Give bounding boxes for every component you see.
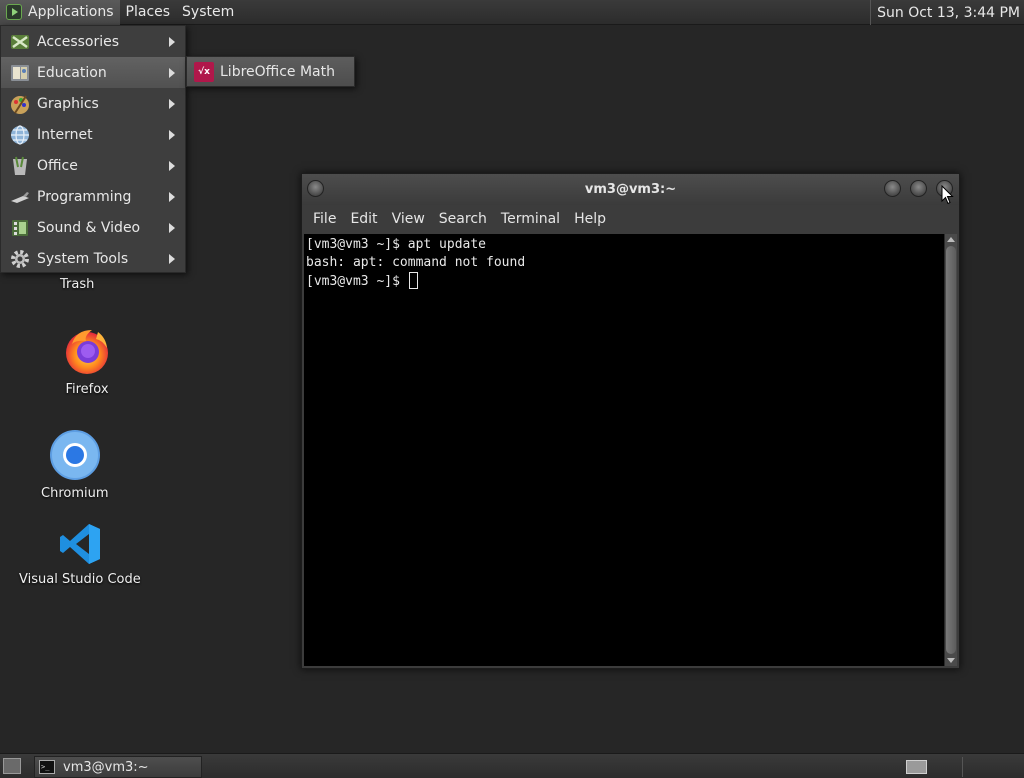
menu-item-sound-video[interactable]: Sound & Video — [1, 212, 185, 243]
desktop-firefox-label: Firefox — [65, 382, 109, 397]
bottom-panel: >_ vm3@vm3:~ — [0, 753, 1024, 778]
submenu-arrow-icon — [169, 99, 175, 109]
submenu-arrow-icon — [169, 254, 175, 264]
libreoffice-math-icon: √x — [194, 61, 214, 82]
menu-item-graphics[interactable]: Graphics — [1, 88, 185, 119]
terminal-prompt: [vm3@vm3 ~]$ — [306, 274, 408, 289]
terminal-scrollbar[interactable] — [944, 234, 957, 666]
system-menu-label: System — [182, 4, 235, 20]
terminal-cursor — [408, 272, 418, 289]
menu-help[interactable]: Help — [567, 211, 613, 227]
menu-item-label: Graphics — [37, 95, 99, 112]
terminal-line: [vm3@vm3 ~]$ apt update — [306, 237, 487, 252]
terminal-icon: >_ — [39, 760, 55, 774]
education-submenu: √x LibreOffice Math — [186, 56, 355, 87]
applications-menu-label: Applications — [28, 4, 114, 20]
menu-item-label: Education — [37, 64, 107, 81]
terminal-titlebar[interactable]: vm3@vm3:~ — [302, 174, 959, 205]
scrollbar-thumb[interactable] — [946, 246, 956, 654]
menu-search[interactable]: Search — [432, 211, 494, 227]
vscode-icon — [59, 524, 100, 564]
menu-item-education[interactable]: Education — [1, 57, 185, 88]
desktop-vscode[interactable]: Visual Studio Code — [19, 522, 141, 587]
menu-item-label: Accessories — [37, 33, 120, 50]
terminal-prompt-line: [vm3@vm3 ~]$ — [306, 272, 943, 290]
places-menu[interactable]: Places — [120, 0, 177, 25]
menu-item-system-tools[interactable]: System Tools — [1, 243, 185, 274]
workspace-switcher[interactable] — [906, 760, 927, 774]
menu-item-label: Office — [37, 157, 78, 174]
internet-icon — [11, 124, 29, 145]
desktop-chromium[interactable]: Chromium — [41, 430, 109, 501]
menu-item-label: Programming — [37, 188, 132, 205]
firefox-icon — [66, 330, 108, 374]
desktop-chromium-label: Chromium — [41, 486, 109, 501]
submenu-arrow-icon — [169, 68, 175, 78]
submenu-arrow-icon — [169, 223, 175, 233]
menu-view[interactable]: View — [385, 211, 432, 227]
submenu-arrow-icon — [169, 37, 175, 47]
applications-menu[interactable]: Applications — [0, 0, 120, 25]
terminal-menubar: File Edit View Search Terminal Help — [302, 205, 959, 233]
menu-item-office[interactable]: Office — [1, 150, 185, 181]
programming-icon — [11, 191, 29, 203]
terminal-title: vm3@vm3:~ — [584, 182, 677, 197]
menu-item-label: System Tools — [37, 250, 129, 267]
sound-video-icon — [12, 219, 28, 236]
desktop-trash-label: Trash — [60, 277, 95, 292]
desktop-trash[interactable]: Trash — [60, 277, 94, 292]
graphics-icon — [11, 94, 29, 114]
minimize-button[interactable] — [884, 180, 901, 197]
chromium-icon — [49, 430, 100, 480]
places-menu-label: Places — [125, 4, 171, 20]
terminal-line: bash: apt: command not found — [306, 255, 526, 270]
submenu-arrow-icon — [169, 192, 175, 202]
system-tools-icon — [11, 249, 29, 268]
submenu-arrow-icon — [169, 130, 175, 140]
menu-item-accessories[interactable]: Accessories — [1, 26, 185, 57]
desktop-vscode-label: Visual Studio Code — [19, 572, 141, 587]
menu-file[interactable]: File — [306, 211, 343, 227]
clock[interactable]: Sun Oct 13, 3:44 PM — [870, 0, 1020, 25]
desktop-firefox[interactable]: Firefox — [62, 326, 112, 397]
maximize-button[interactable] — [910, 180, 927, 197]
clock-label: Sun Oct 13, 3:44 PM — [877, 4, 1020, 21]
menu-item-programming[interactable]: Programming — [1, 181, 185, 212]
terminal-output[interactable]: [vm3@vm3 ~]$ apt update bash: apt: comma… — [304, 234, 945, 666]
taskbar-button-label: vm3@vm3:~ — [63, 759, 149, 775]
submenu-item-libreoffice-math[interactable]: √x LibreOffice Math — [194, 61, 335, 82]
accessories-icon — [11, 34, 29, 49]
menu-terminal[interactable]: Terminal — [494, 211, 567, 227]
menu-edit[interactable]: Edit — [343, 211, 384, 227]
applications-logo-icon — [6, 4, 22, 20]
office-icon — [13, 156, 27, 175]
show-desktop-icon[interactable] — [3, 758, 21, 774]
window-menu-button[interactable] — [307, 180, 324, 197]
education-icon — [11, 64, 29, 81]
terminal-window: vm3@vm3:~ File Edit View Search Terminal… — [301, 173, 960, 669]
panel-separator — [962, 757, 1020, 777]
mouse-pointer-icon — [941, 185, 954, 205]
scroll-up-arrow-icon[interactable] — [947, 237, 955, 242]
taskbar-button-terminal[interactable]: >_ vm3@vm3:~ — [34, 756, 202, 778]
submenu-item-label: LibreOffice Math — [220, 63, 335, 80]
applications-dropdown: Accessories Education Graphics Internet — [0, 25, 186, 273]
system-menu[interactable]: System — [176, 0, 240, 25]
menu-item-internet[interactable]: Internet — [1, 119, 185, 150]
top-panel: Applications Places System Sun Oct 13, 3… — [0, 0, 1024, 25]
menu-item-label: Sound & Video — [37, 219, 141, 236]
menu-item-label: Internet — [37, 126, 93, 143]
submenu-arrow-icon — [169, 161, 175, 171]
scroll-down-arrow-icon[interactable] — [947, 658, 955, 663]
